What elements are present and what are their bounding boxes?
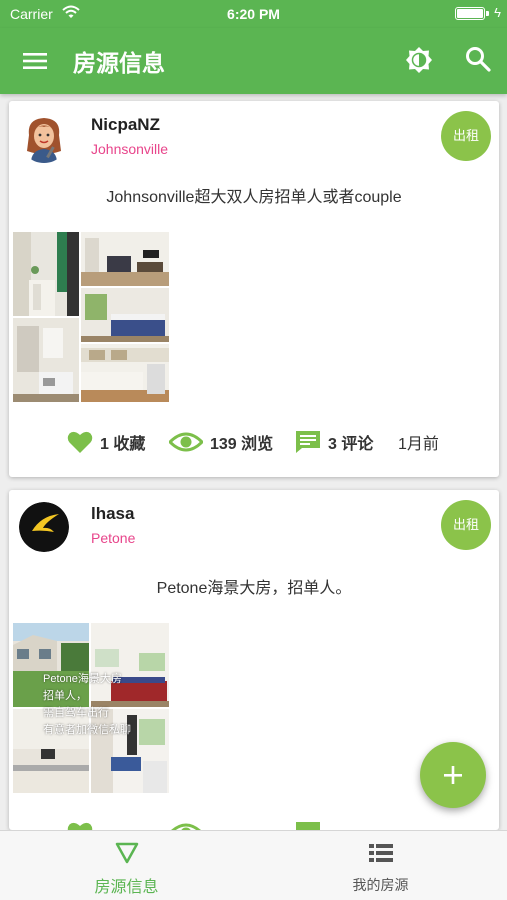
- tab-bar: 房源信息 我的房源: [0, 830, 507, 900]
- listing-photo[interactable]: [13, 232, 79, 316]
- search-icon[interactable]: [464, 45, 492, 73]
- tab-listings[interactable]: 房源信息: [0, 831, 253, 900]
- user-location: Petone: [91, 530, 136, 546]
- photo-caption: Petone海景大房 招单人， 需自驾车出行 有意者加微信私聊: [43, 671, 171, 739]
- comment-icon: [296, 431, 320, 453]
- user-name[interactable]: NicpaNZ: [91, 115, 160, 135]
- views-stat: [169, 818, 210, 830]
- photo-grid[interactable]: [13, 232, 169, 402]
- comments-stat[interactable]: [295, 818, 328, 830]
- listing-type-badge: 出租: [441, 500, 491, 550]
- favorites-stat[interactable]: 1 收藏: [67, 427, 145, 457]
- tab-label: 房源信息: [94, 879, 159, 896]
- page-title: 房源信息: [73, 50, 165, 76]
- listing-title[interactable]: Johnsonville超大双人房招单人或者couple: [9, 183, 499, 207]
- charging-icon: ϟ: [494, 5, 501, 20]
- caption-line: Petone海景大房: [43, 673, 122, 685]
- heart-icon: [67, 431, 93, 453]
- views-stat: 139 浏览: [169, 427, 273, 457]
- battery-cap: [486, 11, 489, 16]
- tab-my-listings[interactable]: 我的房源: [254, 831, 507, 900]
- post-time: 1月前: [398, 427, 439, 457]
- menu-icon[interactable]: [22, 50, 48, 72]
- listing-card[interactable]: NicpaNZ Johnsonville 出租 Johnsonville超大双人…: [9, 101, 499, 477]
- eye-icon: [171, 823, 201, 830]
- listing-photo[interactable]: [81, 232, 169, 286]
- user-location: Johnsonville: [91, 141, 169, 157]
- avatar[interactable]: [19, 113, 69, 163]
- caption-line: 招单人，: [43, 690, 87, 702]
- views-count: 139 浏览: [210, 436, 274, 453]
- listing-type-badge: 出租: [441, 111, 491, 161]
- caption-line: 有意者加微信私聊: [43, 724, 131, 736]
- tab-label: 我的房源: [352, 877, 409, 893]
- plus-icon: [444, 766, 462, 784]
- battery-icon: [455, 7, 485, 20]
- photo-grid[interactable]: Petone海景大房 招单人， 需自驾车出行 有意者加微信私聊: [13, 623, 169, 793]
- avatar[interactable]: [19, 502, 69, 552]
- post-time-label: 1月前: [398, 436, 439, 453]
- heart-icon: [67, 822, 93, 830]
- comments-count: 3 评论: [328, 436, 374, 453]
- eye-icon: [169, 432, 203, 452]
- app-bar: 房源信息: [0, 28, 507, 94]
- listing-title[interactable]: Petone海景大房，招单人。: [9, 574, 499, 598]
- status-bar: Carrier 6:20 PM ϟ: [0, 0, 507, 28]
- listing-photo[interactable]: [81, 288, 169, 342]
- listing-photo[interactable]: [13, 318, 79, 402]
- brightness-icon[interactable]: [404, 45, 434, 75]
- clock: 6:20 PM: [227, 6, 280, 22]
- favorites-stat[interactable]: [67, 818, 100, 830]
- list-icon: [369, 844, 393, 862]
- listing-stats: 1 收藏 139 浏览 3 评论 1月前: [9, 427, 499, 457]
- listing-stats: [9, 818, 499, 830]
- add-listing-button[interactable]: [420, 742, 486, 808]
- caption-line: 需自驾车出行: [43, 707, 109, 719]
- triangle-down-icon: [115, 842, 139, 864]
- favorites-count: 1 收藏: [100, 436, 146, 453]
- comment-icon: [296, 822, 320, 830]
- listing-photo[interactable]: [81, 344, 169, 402]
- user-name[interactable]: lhasa: [91, 504, 134, 524]
- comments-stat[interactable]: 3 评论: [295, 427, 373, 457]
